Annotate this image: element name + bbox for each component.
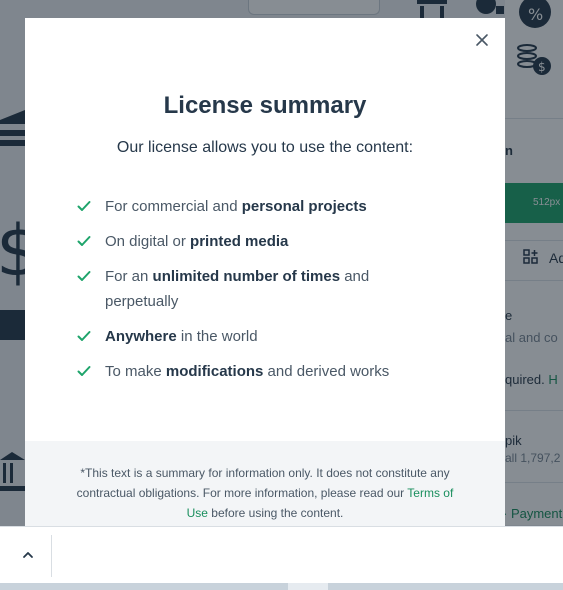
check-icon [77, 236, 91, 246]
check-icon [77, 271, 91, 281]
list-item: On digital or printed media [77, 229, 437, 254]
modal-title: License summary [163, 92, 367, 119]
modal-footer: *This text is a summary for information … [25, 441, 505, 526]
list-item-bold: personal projects [241, 198, 367, 215]
chevron-up-icon[interactable] [20, 547, 36, 563]
bottom-bar-divider [51, 535, 52, 577]
list-item-bold: modifications [165, 363, 264, 380]
list-item-text: For an [105, 268, 153, 285]
close-icon[interactable] [472, 30, 492, 50]
list-item-text: For commercial and [105, 198, 242, 215]
list-item-text: in the world [176, 328, 258, 345]
bottom-strip-segment [288, 583, 328, 590]
disclaimer-text-part: *This text is a summary for information … [76, 466, 450, 500]
check-icon [77, 366, 91, 376]
list-item: For commercial and personal projects [77, 194, 437, 219]
license-summary-modal: License summary Our license allows you t… [25, 18, 505, 526]
bottom-strip [0, 583, 563, 590]
list-item-text: To make [105, 363, 166, 380]
license-permissions-list: For commercial and personal projects On … [77, 194, 437, 394]
disclaimer-text-part: before using the content. [207, 506, 344, 520]
list-item-text: On digital or [105, 233, 191, 250]
disclaimer-text: *This text is a summary for information … [70, 463, 460, 523]
check-icon [77, 201, 91, 211]
list-item-bold: unlimited number of times [152, 268, 341, 285]
bottom-bar [0, 526, 563, 584]
modal-subtitle: Our license allows you to use the conten… [116, 139, 414, 156]
check-icon [77, 331, 91, 341]
list-item: To make modifications and derived works [77, 359, 437, 384]
list-item-text: and derived works [263, 363, 390, 380]
list-item-bold: Anywhere [105, 328, 177, 345]
list-item: For an unlimited number of times and per… [77, 264, 437, 314]
list-item: Anywhere in the world [77, 324, 437, 349]
list-item-bold: printed media [190, 233, 289, 250]
